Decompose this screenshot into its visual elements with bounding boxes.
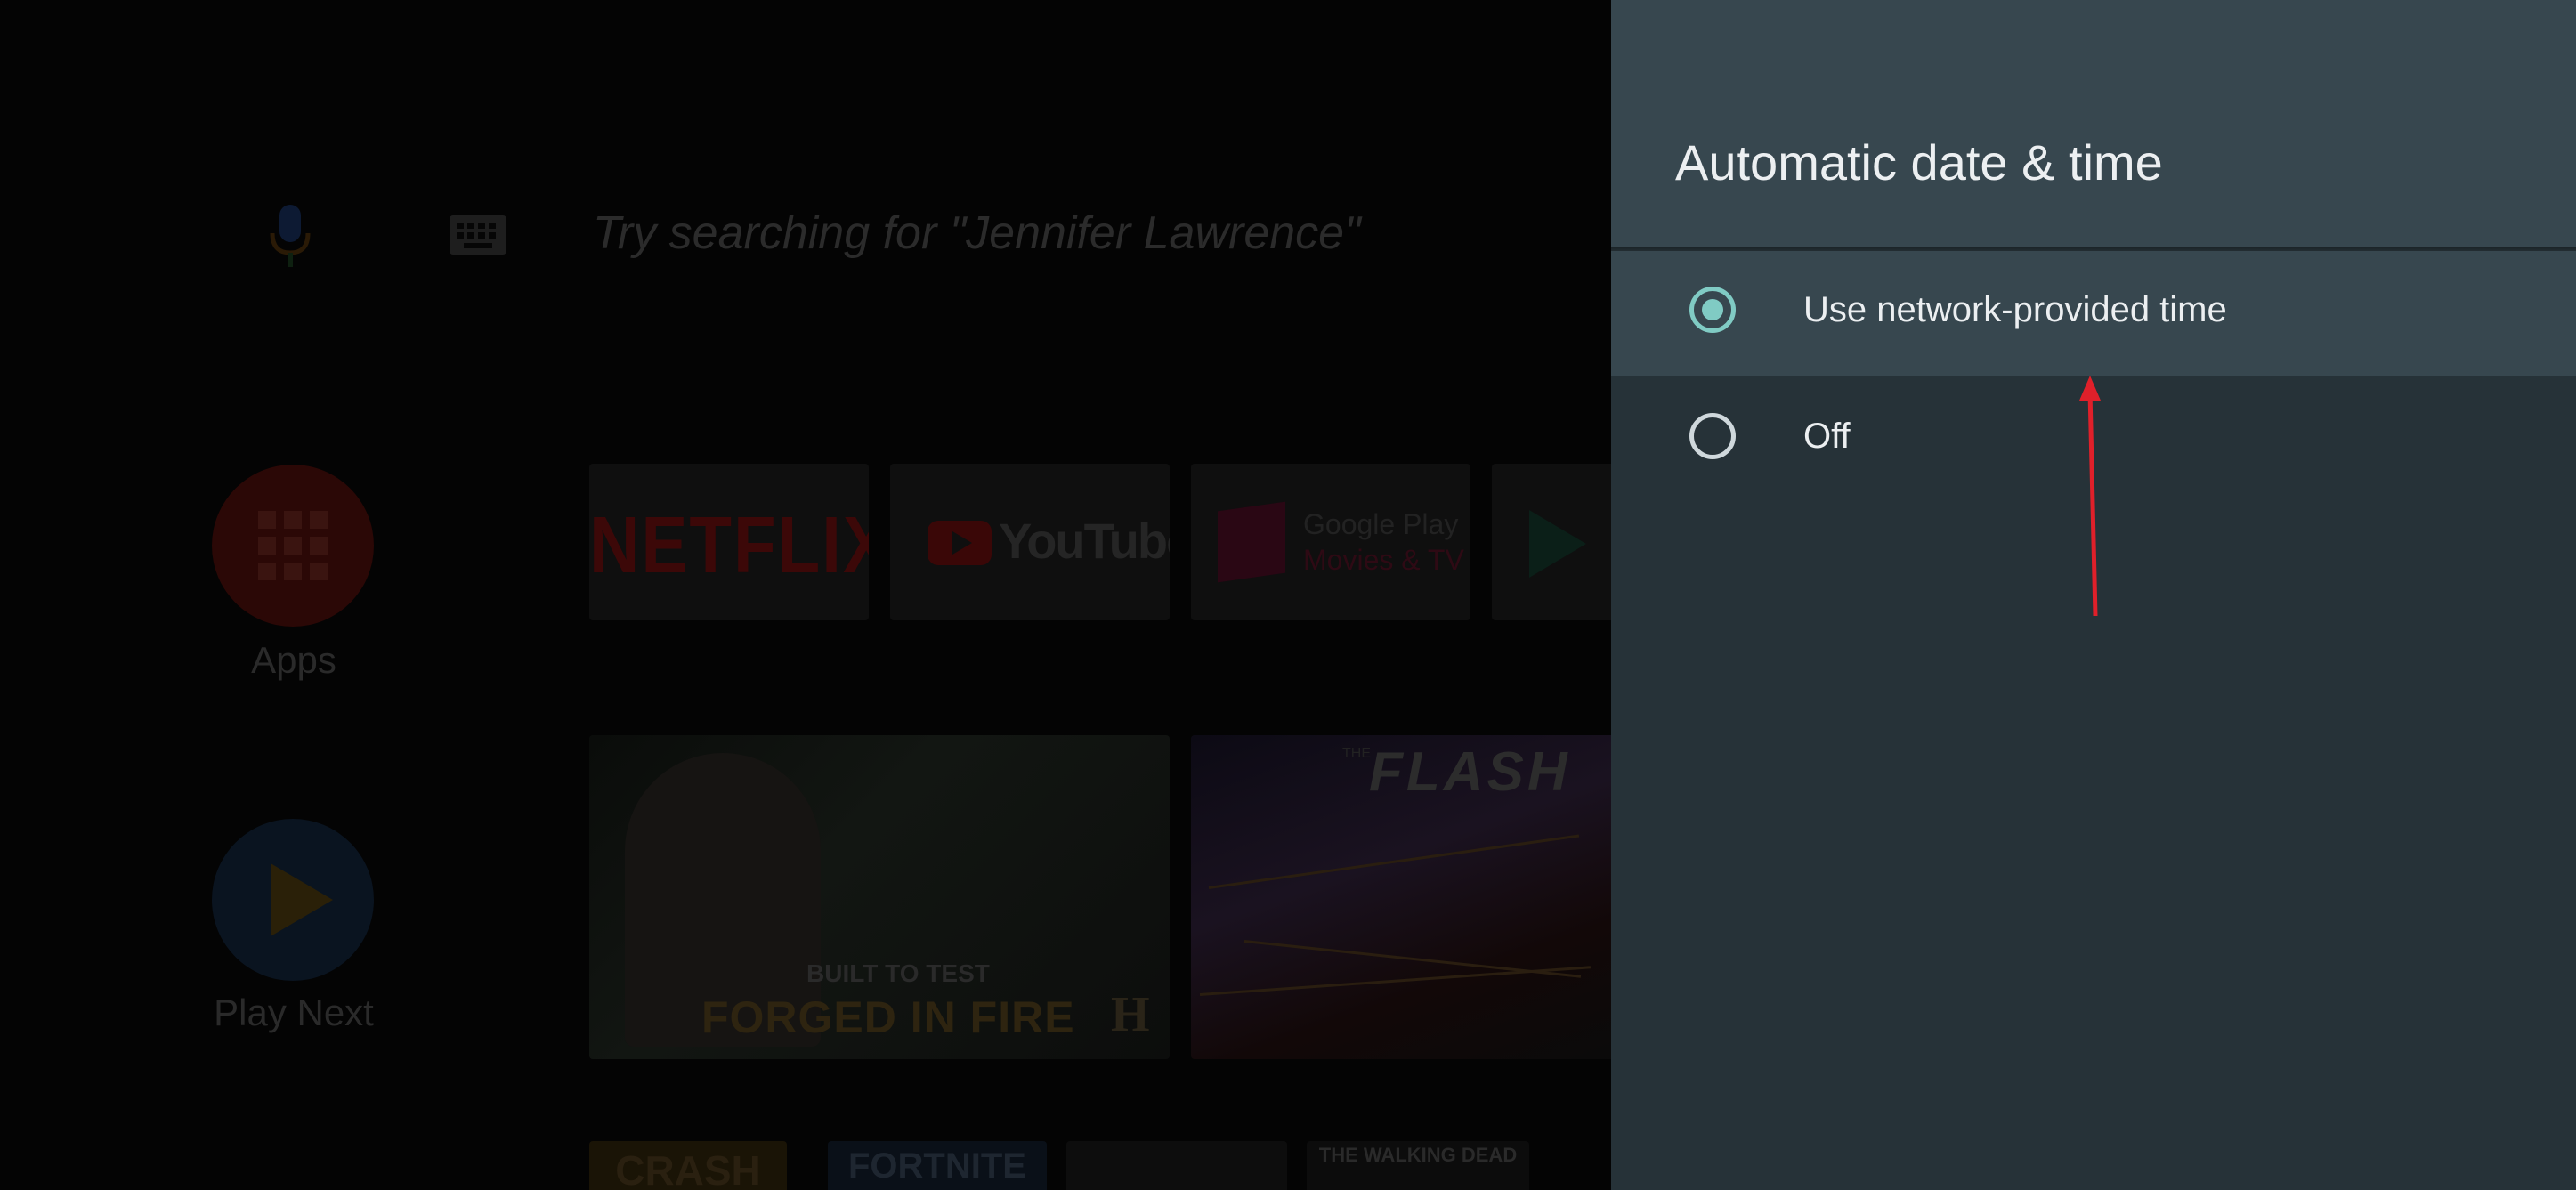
flash-the-label: THE: [1342, 746, 1371, 761]
youtube-play-icon: [952, 531, 972, 555]
play-icon: [271, 863, 333, 936]
youtube-tile[interactable]: YouTube: [890, 464, 1170, 620]
google-play-label: Google Play: [1303, 508, 1459, 540]
forged-in-fire-card[interactable]: BUILT TO TEST FORGED IN FIRE H: [589, 735, 1170, 1059]
play-store-icon: [1529, 510, 1586, 578]
lightning-streak: [1208, 834, 1580, 889]
history-logo: H: [1111, 987, 1150, 1042]
grid-icon: [258, 511, 328, 580]
radio-unselected-icon[interactable]: [1689, 413, 1736, 459]
walking-dead-tile[interactable]: THE WALKING DEAD: [1307, 1141, 1529, 1190]
play-next-button[interactable]: [212, 819, 374, 981]
google-play-movies-tile[interactable]: Google Play Movies & TV: [1191, 464, 1470, 620]
panel-header: Automatic date & time: [1611, 0, 2576, 247]
option-label: Off: [1803, 417, 1851, 456]
radio-selected-icon[interactable]: [1689, 287, 1736, 333]
option-label: Use network-provided time: [1803, 290, 2227, 329]
crash-tile[interactable]: CRASH: [589, 1141, 787, 1190]
keyboard-icon[interactable]: [450, 215, 506, 255]
search-hint[interactable]: Try searching for "Jennifer Lawrence": [593, 206, 1361, 260]
netflix-tile[interactable]: NETFLIX: [589, 464, 869, 620]
apps-button[interactable]: [212, 465, 374, 627]
play-next-label: Play Next: [214, 992, 374, 1033]
home-screen-dimmed: Try searching for "Jennifer Lawrence" Ap…: [0, 0, 1611, 1190]
fortnite-title: FORTNITE: [848, 1146, 1026, 1186]
radio-dot: [1702, 299, 1723, 320]
annotation-arrow-icon: [2079, 376, 2101, 617]
flash-title: FLASH: [1369, 741, 1571, 803]
apps-label: Apps: [251, 639, 336, 681]
youtube-logo-text: YouTube: [999, 513, 1170, 569]
play-store-tile[interactable]: [1492, 464, 1611, 620]
mic-icon[interactable]: [267, 205, 313, 269]
option-use-network-time[interactable]: Use network-provided time: [1611, 251, 2576, 376]
forged-title: FORGED IN FIRE: [701, 992, 1075, 1042]
fortnite-tile[interactable]: FORTNITE: [828, 1141, 1047, 1190]
google-play-movies-icon: [1218, 501, 1285, 583]
lightning-streak: [1199, 966, 1592, 996]
movie-tile[interactable]: [1066, 1141, 1287, 1190]
panel-title: Automatic date & time: [1675, 134, 2163, 190]
search-row: Try searching for "Jennifer Lawrence": [0, 196, 1611, 276]
screen: Try searching for "Jennifer Lawrence" Ap…: [0, 0, 2576, 1190]
movies-tv-label: Movies & TV: [1303, 544, 1464, 576]
walking-dead-title: THE WALKING DEAD: [1318, 1144, 1518, 1166]
crash-title: CRASH: [615, 1147, 761, 1190]
the-flash-card[interactable]: THE FLASH: [1191, 735, 1611, 1059]
forged-subtitle: BUILT TO TEST: [806, 959, 990, 987]
netflix-logo: NETFLIX: [589, 499, 869, 590]
